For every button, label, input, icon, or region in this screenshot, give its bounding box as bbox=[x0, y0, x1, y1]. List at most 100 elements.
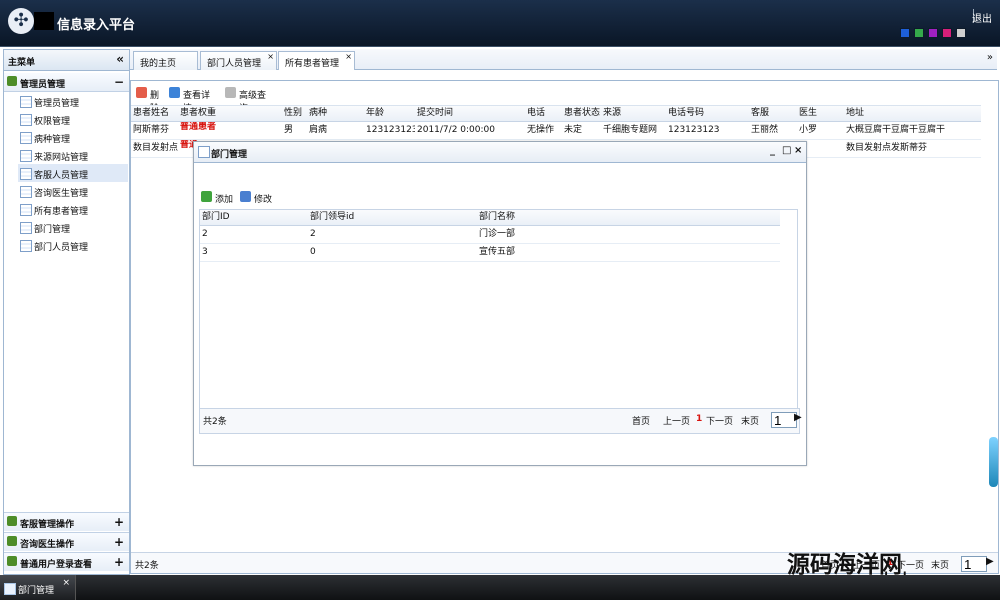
patient-weight: 普通患者 bbox=[180, 122, 217, 132]
table-row[interactable]: 2 2 门诊一部 bbox=[200, 226, 780, 244]
column-header: 提交时间 bbox=[417, 108, 454, 118]
section-admin-management[interactable]: 管理员管理 − bbox=[4, 73, 129, 92]
section-title: 普通用户登录查看 bbox=[20, 560, 93, 570]
sidebar-item-patient-management[interactable]: 所有患者管理 bbox=[18, 200, 128, 218]
delete-button[interactable]: 删除 bbox=[136, 86, 166, 114]
section-icon bbox=[7, 516, 17, 526]
column-header: 性别 bbox=[284, 108, 303, 118]
taskbar-item-department-management[interactable]: 部门管理 × bbox=[0, 575, 76, 600]
section-title: 客服管理操作 bbox=[20, 520, 75, 530]
edit-icon bbox=[240, 191, 251, 202]
skin-blue[interactable] bbox=[900, 28, 910, 38]
advanced-search-button[interactable]: 高级查询 bbox=[225, 86, 272, 114]
sidebar-item-department-staff-management[interactable]: 部门人员管理 bbox=[18, 236, 128, 254]
chevron-right-icon[interactable]: » bbox=[987, 52, 993, 63]
document-icon bbox=[20, 168, 32, 180]
column-header: 患者权重 bbox=[180, 108, 217, 118]
column-header: 医生 bbox=[799, 108, 818, 118]
page-go-button[interactable]: ▶ bbox=[986, 556, 994, 567]
dialog-title-bar: 部门管理 _ □ × bbox=[194, 142, 806, 163]
tab-department-staff[interactable]: 部门人员管理 × bbox=[200, 51, 277, 70]
sidebar-item-label: 部门管理 bbox=[34, 225, 71, 235]
patient-service: 王丽然 bbox=[751, 125, 779, 135]
document-icon bbox=[20, 150, 32, 162]
department-pager: 共2条 首页 上一页 1 下一页 末页 ▶ bbox=[199, 408, 802, 434]
section-user-login-view[interactable]: 普通用户登录查看 + bbox=[4, 552, 129, 571]
add-icon bbox=[201, 191, 212, 202]
sidebar-item-department-management[interactable]: 部门管理 bbox=[18, 218, 128, 236]
patient-phone-number: 123123123 bbox=[668, 125, 720, 135]
view-icon bbox=[169, 87, 180, 98]
skin-pink[interactable] bbox=[942, 28, 952, 38]
pager-next[interactable]: 下一页 bbox=[706, 414, 733, 427]
patient-address: 数目发射点发斯蒂芬 bbox=[846, 143, 928, 153]
department-name: 门诊一部 bbox=[479, 229, 516, 239]
patient-name: 数目发射点发 bbox=[133, 143, 178, 153]
add-label: 添加 bbox=[215, 195, 234, 205]
section-service-operations[interactable]: 客服管理操作 + bbox=[4, 512, 129, 531]
skin-picker bbox=[900, 28, 966, 38]
view-details-button[interactable]: 查看详情 bbox=[169, 86, 216, 114]
expand-toggle[interactable]: + bbox=[114, 555, 124, 569]
document-icon bbox=[20, 132, 32, 144]
maximize-icon[interactable]: □ bbox=[782, 145, 791, 156]
app-title: 信息录入平台 bbox=[57, 18, 136, 33]
edit-button[interactable]: 修改 bbox=[240, 190, 273, 205]
close-icon[interactable]: × bbox=[62, 578, 70, 588]
patient-address: 大概豆腐干豆腐干豆腐干 bbox=[846, 125, 946, 135]
section-icon bbox=[7, 556, 17, 566]
department-grid: 部门ID 部门领导id 部门名称 2 2 门诊一部 3 0 宣传五部 bbox=[199, 209, 798, 423]
column-header: 电话 bbox=[527, 108, 546, 118]
section-title: 咨询医生操作 bbox=[20, 540, 75, 550]
column-header: 患者状态 bbox=[564, 108, 601, 118]
window-icon bbox=[198, 146, 210, 158]
skin-green[interactable] bbox=[914, 28, 924, 38]
section-doctor-operations[interactable]: 咨询医生操作 + bbox=[4, 532, 129, 551]
patient-gender: 男 bbox=[284, 125, 294, 135]
column-header: 客服 bbox=[751, 108, 770, 118]
dialog-toolbar: 添加 修改 bbox=[201, 188, 802, 205]
expand-toggle[interactable]: + bbox=[114, 535, 124, 549]
patient-phone: 无操作 bbox=[527, 125, 555, 135]
section-icon bbox=[7, 76, 17, 86]
sidebar-item-permission-management[interactable]: 权限管理 bbox=[18, 110, 128, 128]
pager-total: 共2条 bbox=[135, 561, 159, 571]
skin-purple[interactable] bbox=[928, 28, 938, 38]
sidebar-item-source-site-management[interactable]: 来源网站管理 bbox=[18, 146, 128, 164]
sidebar-item-admin-management[interactable]: 管理员管理 bbox=[18, 92, 128, 110]
scroll-handle[interactable] bbox=[989, 437, 998, 487]
sidebar-item-disease-management[interactable]: 病种管理 bbox=[18, 128, 128, 146]
document-icon bbox=[20, 96, 32, 108]
pager-prev[interactable]: 上一页 bbox=[663, 414, 690, 427]
close-icon[interactable]: × bbox=[345, 52, 352, 61]
sidebar-item-doctor-management[interactable]: 咨询医生管理 bbox=[18, 182, 128, 200]
table-row[interactable]: 3 0 宣传五部 bbox=[200, 244, 780, 262]
close-icon[interactable]: × bbox=[794, 145, 802, 156]
pager-last[interactable]: 末页 bbox=[741, 414, 759, 427]
sidebar-item-service-staff-management[interactable]: 客服人员管理 bbox=[18, 164, 128, 182]
patient-doctor: 小罗 bbox=[799, 125, 818, 135]
collapse-icon[interactable]: « bbox=[116, 52, 124, 66]
minimize-icon[interactable]: _ bbox=[770, 145, 775, 156]
page-go-button[interactable]: ▶ bbox=[794, 412, 802, 423]
delete-icon bbox=[136, 87, 147, 98]
tab-all-patients[interactable]: 所有患者管理 × bbox=[278, 51, 355, 70]
skin-gray[interactable] bbox=[956, 28, 966, 38]
tab-home[interactable]: 我的主页 bbox=[133, 51, 198, 70]
expand-toggle[interactable]: + bbox=[114, 515, 124, 529]
add-button[interactable]: 添加 bbox=[201, 190, 234, 205]
department-dialog: 部门管理 _ □ × 添加 修改 部门ID 部门领导id 部门名称 2 2 门诊… bbox=[193, 141, 807, 466]
pager-first[interactable]: 首页 bbox=[632, 414, 650, 427]
pager-total: 共2条 bbox=[203, 417, 227, 427]
window-icon bbox=[4, 583, 16, 595]
patient-age: 123123123123 bbox=[366, 125, 415, 135]
redacted-logo-text bbox=[34, 12, 54, 30]
collapse-toggle[interactable]: − bbox=[114, 75, 124, 89]
patient-status: 未定 bbox=[564, 125, 583, 135]
sidebar-item-label: 来源网站管理 bbox=[34, 153, 89, 163]
table-row[interactable]: 阿斯蒂芬 普通患者 男 肩病 123123123123 2011/7/2 0:0… bbox=[131, 122, 981, 140]
department-id: 3 bbox=[202, 247, 208, 257]
taskbar: 部门管理 × bbox=[0, 575, 1000, 600]
close-icon[interactable]: × bbox=[267, 52, 274, 61]
exit-link[interactable]: 退出 bbox=[972, 10, 992, 25]
